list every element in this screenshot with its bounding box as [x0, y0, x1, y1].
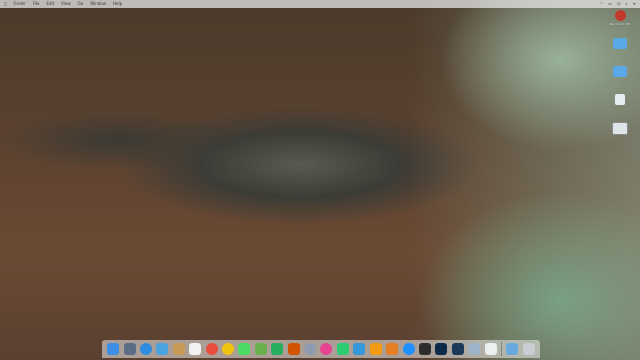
screenshot-icon [612, 122, 628, 135]
terminal-icon[interactable] [418, 343, 431, 355]
keynote-icon[interactable] [353, 343, 366, 355]
menu-item-go[interactable]: Go [78, 0, 84, 8]
photoshop-icon[interactable] [435, 343, 448, 355]
mail-icon[interactable] [156, 343, 169, 355]
ibooks-icon[interactable] [386, 343, 399, 355]
menu-icon[interactable]: ≡ [633, 0, 636, 8]
messages-icon[interactable] [238, 343, 251, 355]
launchpad-icon[interactable] [123, 343, 136, 355]
photos-icon[interactable] [222, 343, 235, 355]
notes-icon[interactable] [172, 343, 185, 355]
search-icon[interactable]: ⌕ [625, 0, 627, 8]
menu-extras: ◠ ▭ ◷ ⌕ ≡ [600, 0, 636, 8]
downloads-folder-icon[interactable] [506, 343, 519, 355]
desktop-icon-folder-1[interactable] [608, 38, 632, 49]
preview-icon[interactable] [468, 343, 481, 355]
desktop-icon-hard-drive[interactable]: Macintosh HD [608, 10, 632, 26]
safari-icon[interactable] [140, 343, 153, 355]
finder-icon[interactable] [107, 343, 120, 355]
desktop-icon-screenshot[interactable] [608, 122, 632, 135]
dock-separator [500, 342, 502, 356]
lightroom-icon[interactable] [451, 343, 464, 355]
wallpaper-water [410, 0, 640, 360]
textedit-icon[interactable] [484, 343, 497, 355]
hard-drive-icon [614, 10, 626, 21]
numbers-icon[interactable] [336, 343, 349, 355]
apple-icon[interactable]:  [4, 0, 6, 8]
battery-icon[interactable]: ▭ [608, 0, 612, 8]
menu-bar:  Finder File Edit View Go Window Help ◠… [0, 0, 640, 8]
preferences-icon[interactable] [304, 343, 317, 355]
chrome-icon[interactable] [205, 343, 218, 355]
menu-item-app[interactable]: Finder [13, 0, 25, 8]
document-icon [615, 94, 625, 105]
dock [102, 340, 540, 358]
menu-item-help[interactable]: Help [113, 0, 122, 8]
facetime-icon[interactable] [271, 343, 284, 355]
desktop-icon-document[interactable] [608, 94, 632, 105]
desktop-icon-label: Macintosh HD [609, 22, 631, 26]
trash-icon[interactable] [522, 343, 535, 355]
menu-item-window[interactable]: Window [90, 0, 106, 8]
contacts-icon[interactable] [287, 343, 300, 355]
clock-icon[interactable]: ◷ [617, 0, 621, 8]
wifi-icon[interactable]: ◠ [600, 0, 604, 8]
pages-icon[interactable] [369, 343, 382, 355]
menu-item-view[interactable]: View [61, 0, 71, 8]
menu-item-file[interactable]: File [33, 0, 40, 8]
folder-icon [613, 38, 627, 49]
desktop:  Finder File Edit View Go Window Help ◠… [0, 0, 640, 360]
calendar-icon[interactable] [189, 343, 202, 355]
maps-icon[interactable] [254, 343, 267, 355]
folder-icon [613, 66, 627, 77]
menu-item-edit[interactable]: Edit [46, 0, 54, 8]
desktop-icon-folder-2[interactable] [608, 66, 632, 77]
appstore-icon[interactable] [402, 343, 415, 355]
itunes-icon[interactable] [320, 343, 333, 355]
